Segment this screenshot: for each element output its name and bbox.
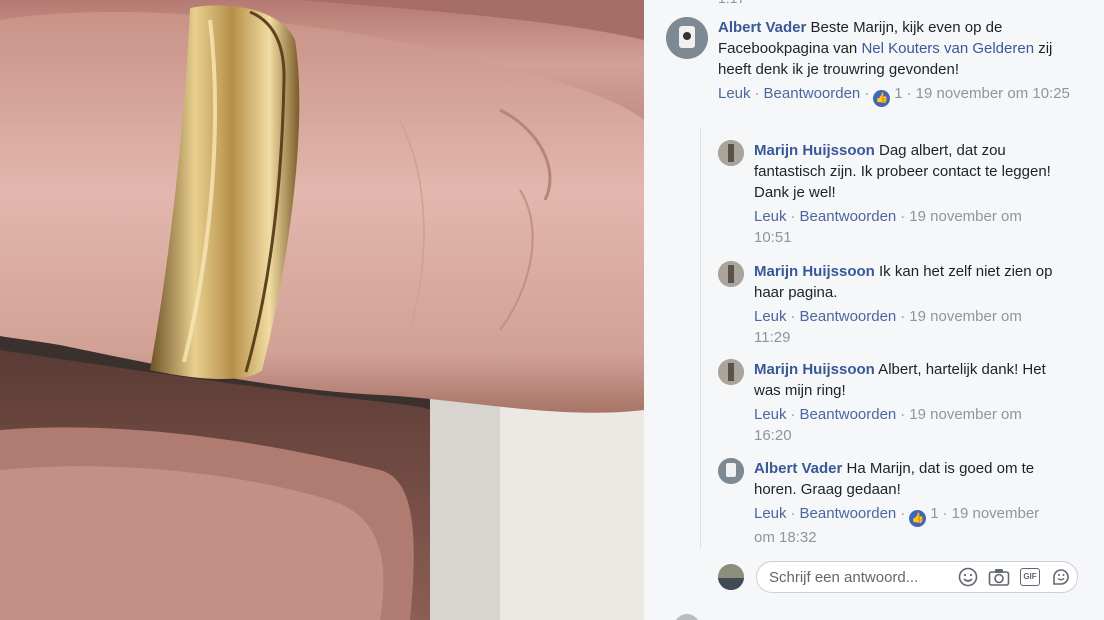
avatar[interactable]	[718, 458, 744, 484]
comment-body: Albert Vader Beste Marijn, kijk even op …	[718, 17, 1086, 107]
comment-author[interactable]: Marijn Huijssoon	[754, 142, 875, 159]
like-link[interactable]: Leuk	[754, 505, 787, 522]
previous-timestamp: 1:17	[718, 0, 745, 9]
comment-time[interactable]: 19 november om 10:25	[916, 85, 1070, 102]
reply-comment: Marijn Huijssoon Dag albert, dat zou fan…	[718, 140, 1088, 248]
reply-link[interactable]: Beantwoorden	[800, 308, 897, 325]
comment-actions: Leuk · Beantwoorden · 19 november om 16:20	[754, 406, 1022, 444]
ring-photo	[0, 0, 644, 620]
comment-actions: Leuk · Beantwoorden · 👍 1 · 19 november om 10:2…	[718, 83, 1086, 107]
reaction-count[interactable]: 1	[930, 505, 938, 522]
thumbs-up-icon[interactable]: 👍	[909, 510, 927, 527]
comment: Albert Vader Beste Marijn, kijk even op …	[666, 17, 1086, 107]
comment-body: Marijn Huijssoon Ik kan het zelf niet zi…	[754, 261, 1054, 348]
reply-link[interactable]: Beantwoorden	[800, 505, 897, 522]
current-user-avatar	[718, 564, 744, 590]
reply-input[interactable]	[769, 568, 949, 586]
like-link[interactable]: Leuk	[754, 406, 787, 423]
comment-author[interactable]: Albert Vader	[754, 460, 842, 477]
reply-link[interactable]: Beantwoorden	[764, 85, 861, 102]
reply-link[interactable]: Beantwoorden	[800, 208, 897, 225]
next-comment-avatar	[674, 614, 700, 620]
thread-line	[700, 128, 701, 548]
reply-comment: Albert Vader Ha Marijn, dat is goed om t…	[718, 458, 1088, 548]
like-link[interactable]: Leuk	[754, 208, 787, 225]
avatar[interactable]	[666, 17, 708, 59]
camera-icon[interactable]	[988, 566, 1010, 588]
comment-body: Marijn Huijssoon Dag albert, dat zou fan…	[754, 140, 1054, 248]
gif-icon[interactable]: GIF	[1019, 566, 1041, 588]
comment-author[interactable]: Marijn Huijssoon	[754, 361, 875, 378]
comment-actions: Leuk · Beantwoorden · 👍 1 · 19 november om 18:3…	[754, 505, 1040, 546]
reply-link[interactable]: Beantwoorden	[800, 406, 897, 423]
like-link[interactable]: Leuk	[718, 85, 751, 102]
sticker-icon[interactable]	[1050, 566, 1072, 588]
comment-actions: Leuk · Beantwoorden · 19 november om 11:29	[754, 308, 1022, 346]
reaction-count[interactable]: 1	[894, 85, 902, 102]
thumbs-up-icon[interactable]: 👍	[873, 90, 891, 107]
comment-actions: Leuk · Beantwoorden · 19 november om 10:51	[754, 208, 1022, 246]
reply-comment: Marijn Huijssoon Albert, hartelijk dank!…	[718, 359, 1088, 446]
emoji-icon[interactable]	[957, 566, 979, 588]
composer-icons: GIF	[957, 566, 1072, 588]
comment-body: Marijn Huijssoon Albert, hartelijk dank!…	[754, 359, 1054, 446]
reply-comment: Marijn Huijssoon Ik kan het zelf niet zi…	[718, 261, 1088, 348]
comment-body: Albert Vader Ha Marijn, dat is goed om t…	[754, 458, 1064, 548]
reply-composer[interactable]: GIF	[756, 561, 1078, 593]
comment-author[interactable]: Marijn Huijssoon	[754, 263, 875, 280]
avatar[interactable]	[718, 261, 744, 287]
avatar[interactable]	[718, 359, 744, 385]
mention-link[interactable]: Nel Kouters van Gelderen	[861, 40, 1034, 57]
avatar[interactable]	[718, 140, 744, 166]
comments-panel: 1:17 Albert Vader Beste Marijn, kijk eve…	[644, 0, 1104, 620]
like-link[interactable]: Leuk	[754, 308, 787, 325]
comment-author[interactable]: Albert Vader	[718, 19, 806, 36]
